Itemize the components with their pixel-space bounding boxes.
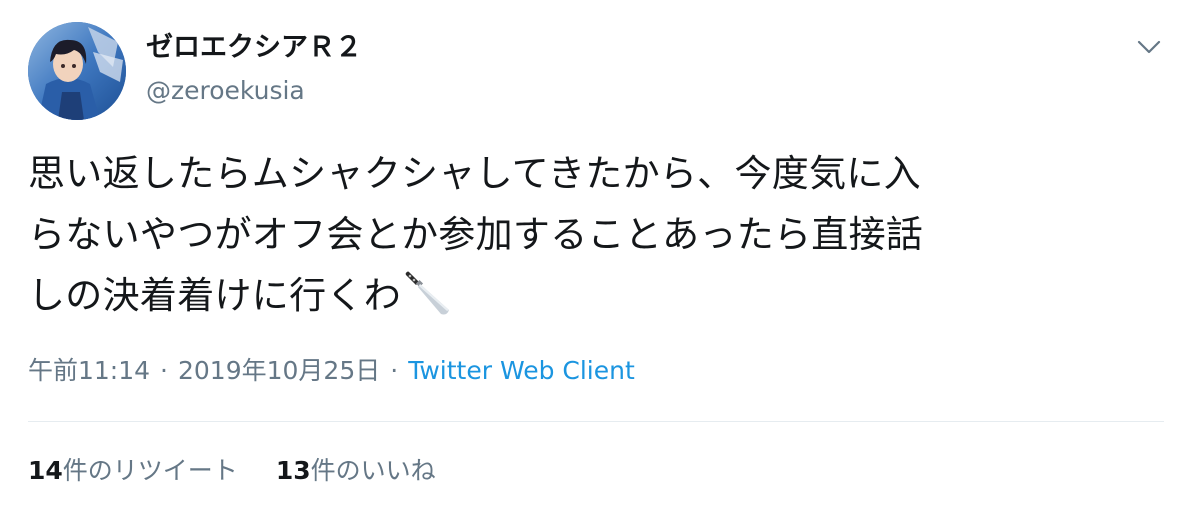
avatar-image [28,22,126,120]
like-label: 件のいいね [310,456,436,485]
display-name[interactable]: ゼロエクシアＲ２ [146,30,362,66]
tweet-text-line-content: しの決着着けに行くわ [28,274,401,317]
like-count: 13 [275,456,311,485]
tweet-card: ゼロエクシアＲ２ @zeroekusia 思い返したらムシャクシャしてきたから、… [0,0,1192,520]
tweet-stats: 14件のリツイート 13件のいいね [28,454,436,488]
retweet-stat[interactable]: 14件のリツイート [28,454,238,488]
user-handle[interactable]: @zeroekusia [146,74,305,108]
tweet-text-line: らないやつがオフ会とか参加することあったら直接話 [28,213,924,256]
avatar[interactable] [28,22,126,120]
chevron-down-icon[interactable] [1134,34,1164,60]
tweet-text: 思い返したらムシャクシャしてきたから、今度気に入 らないやつがオフ会とか参加する… [28,143,1158,326]
separator-dot: · [390,356,399,385]
knife-icon [403,268,453,318]
tweet-text-line: しの決着着けに行くわ [28,265,1158,326]
tweet-text-line: 思い返したらムシャクシャしてきたから、今度気に入 [28,152,921,195]
divider [28,421,1164,422]
tweet-date[interactable]: 2019年10月25日 [178,356,380,385]
separator-dot: · [160,356,168,385]
tweet-metadata: 午前11:14 · 2019年10月25日 · Twitter Web Client [28,354,635,388]
retweet-label: 件のリツイート [62,456,238,485]
retweet-count: 14 [28,456,63,485]
tweet-time[interactable]: 午前11:14 [28,356,150,385]
like-stat[interactable]: 13件のいいね [276,454,436,488]
client-link[interactable]: Twitter Web Client [408,356,635,385]
